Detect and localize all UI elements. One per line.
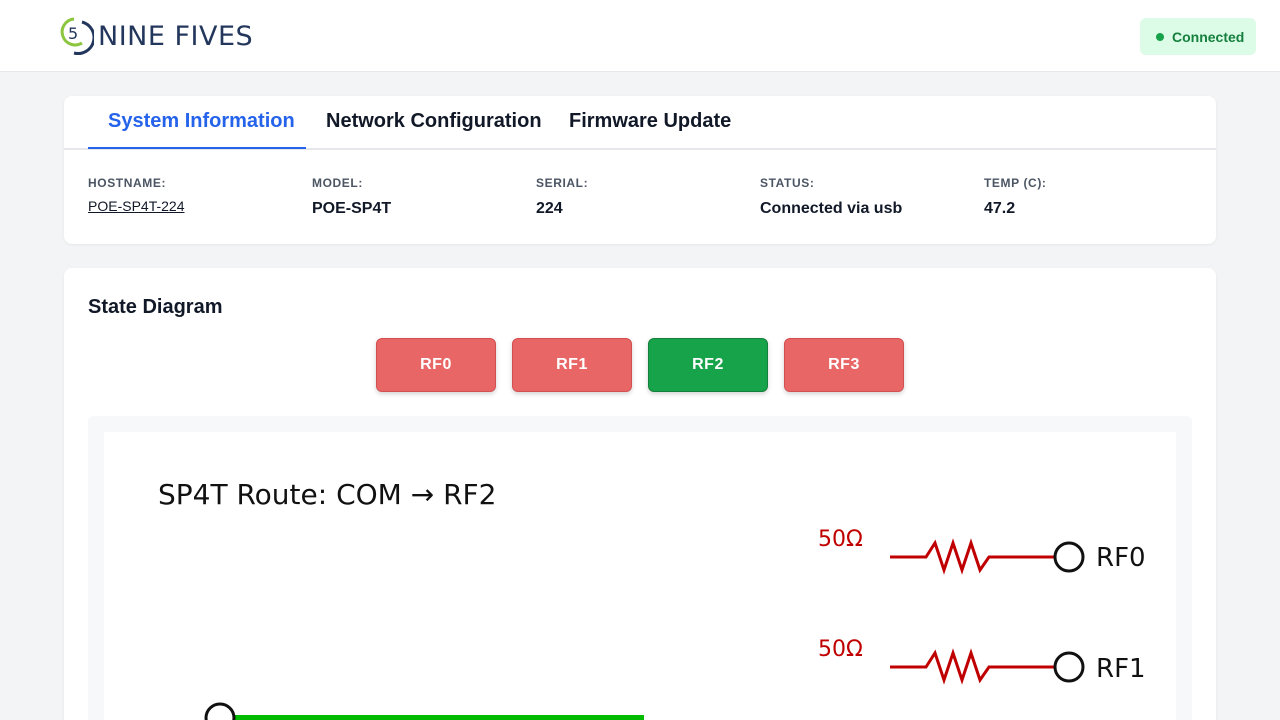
resistor-icon: [890, 538, 1054, 575]
serial-label: SERIAL:: [536, 176, 589, 190]
tab-firmware-update[interactable]: Firmware Update: [569, 110, 731, 150]
switch-diagram: SP4T Route: COM → RF2 50Ω RF0 50Ω RF1: [158, 478, 1146, 720]
hostname-field: HOSTNAME: POE-SP4T-224: [88, 176, 185, 214]
connection-status-badge: Connected: [1140, 18, 1256, 55]
diagram-canvas: SP4T Route: COM → RF2 50Ω RF0 50Ω RF1: [104, 432, 1176, 720]
active-tab-indicator: [88, 147, 306, 149]
model-label: MODEL:: [312, 176, 363, 190]
rf1-port-row: 50Ω RF1: [818, 637, 1146, 685]
status-field: STATUS: Connected via usb: [760, 176, 902, 218]
route-title: SP4T Route: COM → RF2: [158, 478, 496, 511]
model-field: MODEL: POE-SP4T: [312, 176, 391, 218]
rf0-termination-label: 50Ω: [818, 527, 863, 552]
serial-value: 224: [536, 200, 563, 217]
rf1-button[interactable]: RF1: [512, 338, 632, 392]
hostname-label: HOSTNAME:: [88, 176, 167, 190]
rf1-termination-label: 50Ω: [818, 637, 863, 662]
diagram-container: SP4T Route: COM → RF2 50Ω RF0 50Ω RF1: [88, 416, 1192, 720]
nine-fives-logo-icon: 5: [60, 17, 94, 55]
model-value: POE-SP4T: [312, 200, 392, 217]
hostname-value[interactable]: POE-SP4T-224: [88, 198, 185, 214]
logo-digit: 5: [68, 24, 78, 43]
rf0-port-label: RF0: [1096, 543, 1146, 573]
rf2-button[interactable]: RF2: [648, 338, 768, 392]
connection-status-text: Connected: [1172, 28, 1245, 45]
rf3-button[interactable]: RF3: [784, 338, 904, 392]
tab-network-configuration[interactable]: Network Configuration: [326, 110, 542, 150]
state-diagram-title: State Diagram: [88, 296, 223, 318]
rf0-button[interactable]: RF0: [376, 338, 496, 392]
tab-system-information[interactable]: System Information: [108, 110, 295, 150]
logo-text: NINE FIVES: [98, 20, 254, 52]
top-bar: 5 NINE FIVES Connected: [0, 0, 1280, 72]
resistor-icon: [890, 648, 1054, 685]
status-dot-icon: [1156, 32, 1164, 41]
com-port-circle-icon[interactable]: [204, 702, 236, 720]
rf1-port-label: RF1: [1096, 654, 1146, 684]
tab-bar: System Information Network Configuration…: [64, 96, 1216, 150]
temp-field: TEMP (C): 47.2: [984, 176, 1047, 218]
port-circle-icon[interactable]: [1053, 651, 1085, 683]
serial-field: SERIAL: 224: [536, 176, 588, 218]
status-value: Connected via usb: [760, 200, 903, 217]
port-circle-icon[interactable]: [1053, 541, 1085, 573]
status-label: STATUS:: [760, 176, 815, 190]
rf0-port-row: 50Ω RF0: [818, 527, 1146, 575]
state-diagram-card: State Diagram RF0 RF1 RF2 RF3 SP4T Route…: [64, 268, 1216, 720]
temp-label: TEMP (C):: [984, 176, 1047, 190]
temp-value: 47.2: [984, 200, 1016, 217]
system-info-card: System Information Network Configuration…: [64, 96, 1216, 244]
nine-fives-logo[interactable]: 5 NINE FIVES: [60, 16, 253, 56]
